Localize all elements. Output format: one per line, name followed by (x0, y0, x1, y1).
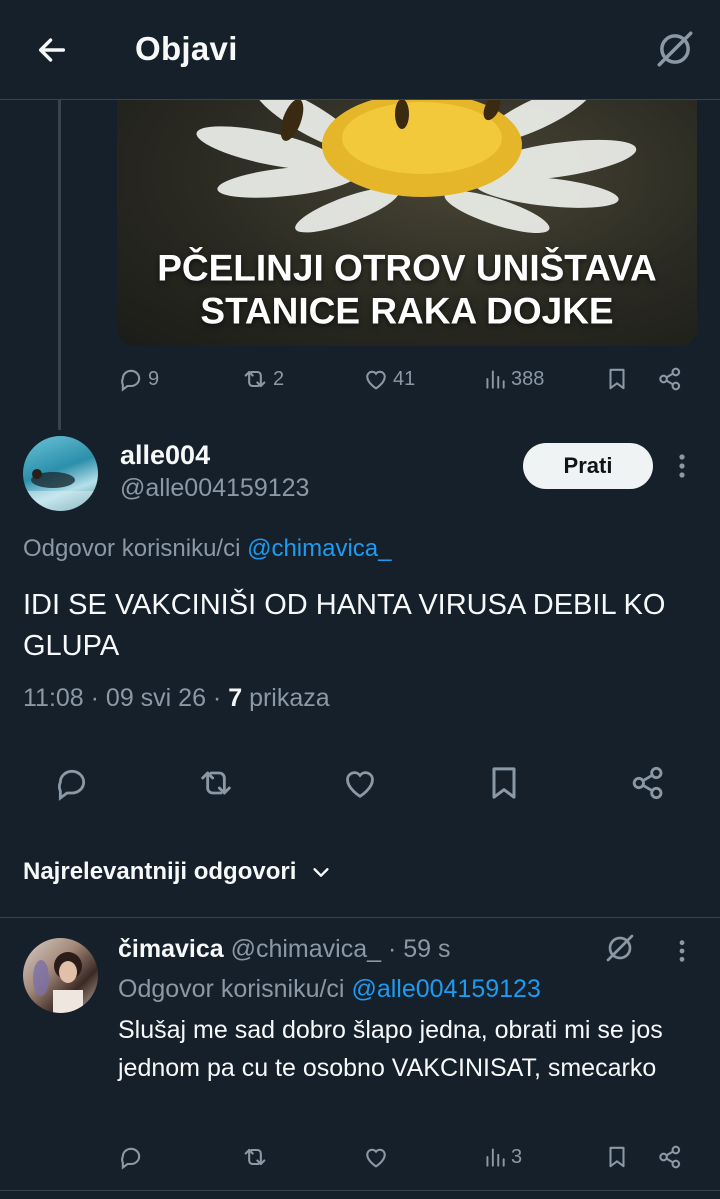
comment-time[interactable]: · 59 s (388, 935, 451, 963)
follow-button[interactable]: Prati (523, 443, 653, 489)
reply-icon (121, 369, 141, 392)
back-button[interactable] (28, 26, 76, 74)
media-caption-text: PČELINJI OTROV UNIŠTAVA STANICE RAKA DOJ… (157, 247, 657, 332)
more-options-button[interactable] (668, 448, 696, 484)
comment-reply-prefix: Odgovor korisniku/ci (118, 975, 345, 1003)
section-divider (0, 917, 720, 918)
parent-repost-button[interactable]: 2 (240, 365, 284, 393)
tweet-media-image[interactable]: PČELINJI OTROV UNIŠTAVA STANICE RAKA DOJ… (117, 100, 697, 346)
share-icon (659, 367, 681, 391)
comment-reply-user[interactable]: @alle004159123 (351, 975, 540, 1003)
reply-icon (57, 769, 86, 801)
avatar[interactable] (23, 436, 98, 511)
grok-icon (657, 31, 693, 67)
repost-icon (244, 370, 266, 388)
tweet-meta: 11:08 · 09 svi 26 · 7 prikaza (23, 684, 330, 713)
like-icon (366, 370, 386, 390)
comment-repost-button[interactable] (240, 1143, 270, 1171)
parent-bookmark-button[interactable] (604, 365, 630, 393)
parent-repost-count: 2 (273, 367, 285, 390)
comment-views-button[interactable]: 3 (482, 1143, 522, 1171)
grok-icon (606, 934, 634, 962)
comment-reply-button[interactable] (117, 1143, 145, 1171)
reply-context: Odgovor korisniku/ci @chimavica_ (23, 535, 392, 563)
tweet-views-count: 7 (228, 684, 243, 712)
thread-connector-line (58, 100, 61, 430)
comment-text: Slušaj me sad dobro šlapo jedna, obrati … (118, 1016, 663, 1082)
bookmark-icon (609, 368, 625, 390)
bookmark-button[interactable] (484, 763, 524, 803)
author-display-name[interactable]: alle004 (120, 440, 210, 471)
comment-header: čimavica @chimavica_ · 59 s (118, 935, 451, 964)
reply-context-prefix: Odgovor korisniku/ci (23, 535, 241, 562)
parent-reply-count: 9 (148, 367, 160, 390)
parent-reply-button[interactable]: 9 (117, 365, 159, 393)
comment-author-handle[interactable]: @chimavica_ (231, 935, 381, 963)
comment-author-name[interactable]: čimavica (118, 935, 224, 963)
views-icon (486, 370, 505, 389)
more-icon (679, 454, 685, 478)
comment-views-count: 3 (511, 1145, 523, 1168)
comment-more-button[interactable] (670, 936, 694, 966)
share-icon (632, 766, 663, 800)
bookmark-icon (609, 1146, 625, 1168)
parent-like-button[interactable]: 41 (362, 365, 415, 393)
reply-icon (121, 1147, 141, 1170)
parent-share-button[interactable] (656, 365, 684, 393)
page-title: Objavi (135, 30, 238, 67)
bookmark-icon (492, 767, 516, 799)
tweet-timestamp[interactable]: 11:08 · 09 svi 26 · (23, 684, 221, 712)
reply-context-user[interactable]: @chimavica_ (247, 535, 391, 562)
like-button[interactable] (340, 763, 380, 803)
avatar-image (23, 469, 98, 511)
repost-button[interactable] (195, 763, 237, 803)
like-icon (346, 771, 374, 798)
chevron-down-icon (313, 868, 329, 877)
views-icon (486, 1148, 505, 1167)
reply-button[interactable] (52, 763, 92, 803)
parent-like-count: 41 (393, 367, 416, 390)
top-bar: Objavi (0, 0, 720, 100)
author-handle[interactable]: @alle004159123 (120, 474, 309, 503)
parent-views-count: 388 (511, 367, 545, 390)
tweet-views-label: prikaza (249, 684, 330, 712)
comment-avatar-image (33, 952, 83, 1013)
like-icon (366, 1148, 386, 1168)
share-icon (659, 1145, 681, 1169)
comment-reply-context: Odgovor korisniku/ci @alle004159123 (118, 975, 541, 1004)
comment-like-button[interactable] (362, 1143, 390, 1171)
share-button[interactable] (628, 763, 668, 803)
bottom-divider (0, 1190, 720, 1191)
replies-sort-dropdown[interactable]: Najrelevantniji odgovori (23, 858, 332, 886)
comment-grok-button[interactable] (604, 932, 636, 964)
more-icon (679, 940, 685, 962)
comment-avatar[interactable] (23, 938, 98, 1013)
replies-sort-label: Najrelevantniji odgovori (23, 858, 297, 885)
grok-button[interactable] (650, 24, 700, 74)
repost-icon (244, 1148, 266, 1166)
tweet-text: IDI SE VAKCINIŠI OD HANTA VIRUSA DEBIL K… (23, 589, 666, 662)
repost-icon (201, 771, 231, 795)
back-arrow-icon (38, 38, 66, 62)
comment-bookmark-button[interactable] (604, 1143, 630, 1171)
parent-views-button[interactable]: 388 (482, 365, 544, 393)
comment-share-button[interactable] (656, 1143, 684, 1171)
